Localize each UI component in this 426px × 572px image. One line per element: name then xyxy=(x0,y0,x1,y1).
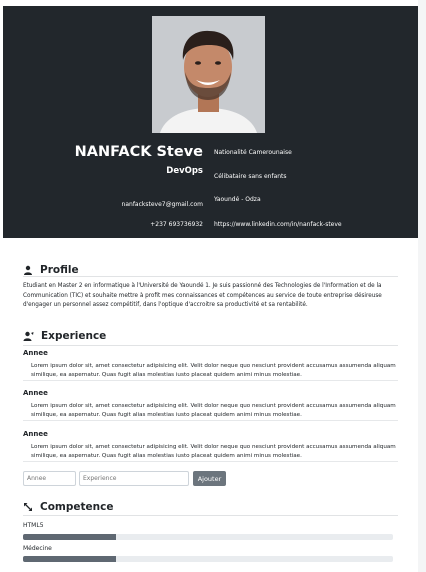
add-experience-button[interactable]: Ajouter xyxy=(193,471,226,486)
experience-year: Annee xyxy=(23,349,48,357)
skill-progress-bar xyxy=(23,556,393,562)
divider xyxy=(23,345,398,346)
nationality-text: Nationalité Camerounaise xyxy=(214,149,292,156)
person-role: DevOps xyxy=(166,166,203,176)
competence-title: Competence xyxy=(40,500,114,513)
portrait-image xyxy=(152,16,265,133)
skill-name: HTML5 xyxy=(23,522,44,529)
profile-photo xyxy=(152,16,265,133)
experience-year: Annee xyxy=(23,389,48,397)
experience-input[interactable] xyxy=(79,471,189,486)
year-input[interactable] xyxy=(23,471,76,486)
email-link[interactable]: nanfacksteve7@gmail.com xyxy=(122,201,203,208)
divider xyxy=(23,515,398,516)
phone-number: +237 693736932 xyxy=(150,221,203,228)
skill-name: Médecine xyxy=(23,545,52,552)
cv-page: NANFACK Steve DevOps nanfacksteve7@gmail… xyxy=(3,6,418,572)
linkedin-link[interactable]: https://www.linkedin.com/in/nanfack-stev… xyxy=(214,221,342,228)
experience-title: Experience xyxy=(41,329,107,342)
cv-header: NANFACK Steve DevOps nanfacksteve7@gmail… xyxy=(3,6,418,238)
experience-description: Lorem ipsum dolor sit, amet consectetur … xyxy=(23,440,398,462)
experience-heading: Experience xyxy=(23,326,106,345)
experience-description: Lorem ipsum dolor sit, amet consectetur … xyxy=(23,359,398,381)
experience-year: Annee xyxy=(23,430,48,438)
page-margin xyxy=(418,0,426,572)
experience-description: Lorem ipsum dolor sit, amet consectetur … xyxy=(23,399,398,421)
profile-description: Etudiant en Master 2 en informatique à l… xyxy=(23,283,382,308)
skill-progress-fill xyxy=(23,556,116,562)
person-name: NANFACK Steve xyxy=(74,144,203,160)
divider xyxy=(23,276,398,277)
skill-progress-fill xyxy=(23,534,116,540)
skill-progress-bar xyxy=(23,534,393,540)
expand-arrows-icon xyxy=(23,497,33,516)
marital-status-text: Célibataire sans enfants xyxy=(214,173,287,180)
location-text: Yaoundé - Odza xyxy=(214,196,261,203)
user-tie-icon xyxy=(23,326,34,345)
competence-heading: Competence xyxy=(23,497,113,516)
profile-title: Profile xyxy=(40,263,79,276)
